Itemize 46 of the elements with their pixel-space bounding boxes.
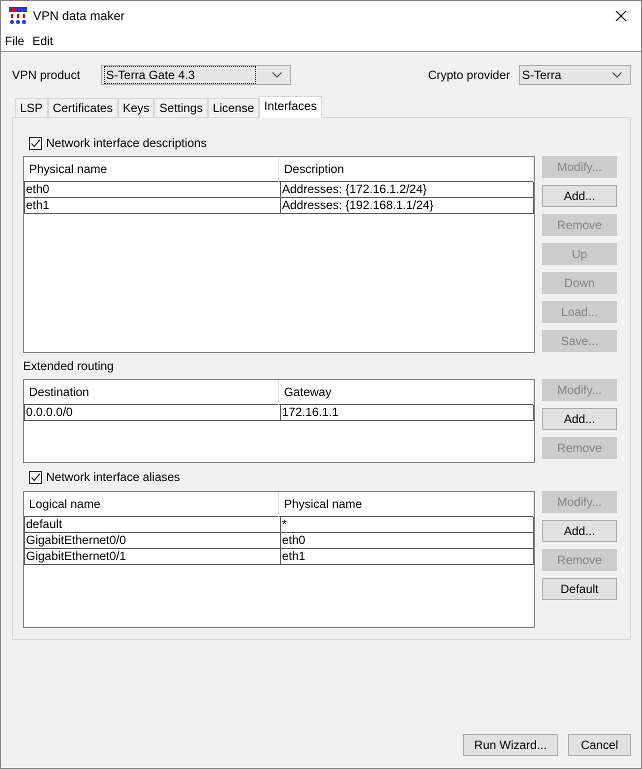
checkbox[interactable] [29, 136, 42, 150]
table-cell: eth1 [280, 549, 533, 564]
table-cell: Addresses: {172.16.1.2/24} [280, 182, 533, 197]
chevron-down-icon [272, 72, 282, 78]
action-button[interactable]: Add... [542, 185, 617, 207]
product-dropdown[interactable]: S-Terra Gate 4.3 [101, 65, 292, 85]
table-cell-text: GigabitEthernet0/0 [25, 533, 128, 548]
column-header[interactable]: Description [279, 157, 534, 182]
table-cell-text: eth1 [25, 198, 50, 213]
tab[interactable]: Interfaces [259, 96, 322, 118]
table-cell-text: default [25, 517, 64, 532]
table-cell: 172.16.1.1 [280, 405, 533, 420]
table-cell-text: eth0 [25, 182, 50, 197]
checkbox-label[interactable]: Network interface descriptions [46, 136, 207, 150]
action-button[interactable]: Default [542, 578, 617, 600]
tab[interactable]: Keys [118, 98, 154, 117]
action-button[interactable]: Add... [542, 408, 617, 430]
section-label: Extended routing [23, 359, 114, 373]
tab[interactable]: Certificates [48, 98, 118, 117]
column-header[interactable]: Logical name [24, 492, 279, 517]
app-icon [9, 7, 27, 25]
action-button[interactable]: Add... [542, 520, 617, 542]
column-header[interactable]: Destination [24, 380, 279, 405]
window-title: VPN data maker [33, 9, 126, 23]
provider-dropdown[interactable]: S-Terra [519, 65, 631, 85]
dialog-button[interactable]: Run Wizard... [463, 734, 558, 756]
tab[interactable]: Settings [154, 98, 208, 117]
checkbox-label[interactable]: Network interface aliases [46, 470, 180, 484]
menu-item[interactable]: File [5, 34, 24, 48]
table-cell-text: 0.0.0.0/0 [25, 405, 74, 420]
column-header[interactable]: Gateway [279, 380, 534, 405]
field-label: VPN product [12, 68, 80, 82]
column-header[interactable]: Physical name [24, 157, 279, 182]
dialog-button[interactable]: Cancel [568, 734, 631, 756]
tab[interactable]: LSP [15, 98, 48, 117]
chevron-down-icon [612, 72, 622, 78]
table-cell: * [280, 517, 533, 532]
table-cell-text: GigabitEthernet0/1 [25, 549, 128, 564]
close-icon[interactable] [615, 10, 627, 22]
checkbox[interactable] [29, 470, 42, 484]
table-cell: eth0 [280, 533, 533, 548]
table-cell: Addresses: {192.168.1.1/24} [280, 198, 533, 213]
field-label: Crypto provider [428, 68, 510, 82]
column-header[interactable]: Physical name [279, 492, 534, 517]
menu-item[interactable]: Edit [32, 34, 54, 48]
tab[interactable]: License [208, 98, 260, 117]
